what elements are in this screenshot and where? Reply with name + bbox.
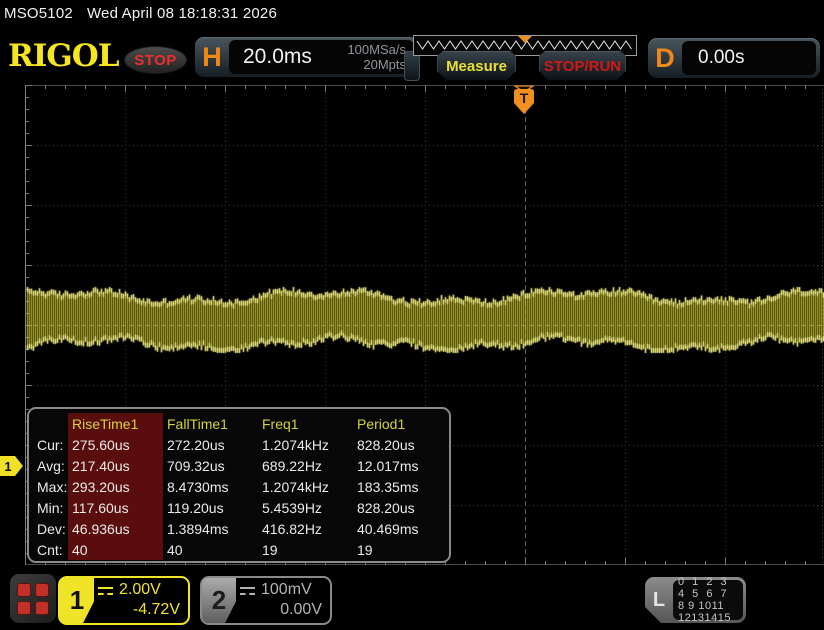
svg-text:1: 1 bbox=[4, 459, 11, 474]
measure-column-header: RiseTime1 bbox=[68, 413, 163, 434]
horizontal-settings-block[interactable]: H 20.0ms 100MSa/s 20Mpts bbox=[195, 37, 418, 77]
horizontal-label: H bbox=[195, 42, 229, 73]
measure-value-cell: 217.40us bbox=[68, 455, 163, 476]
measure-value-cell: 19 bbox=[353, 539, 449, 560]
measure-button[interactable]: Measure bbox=[437, 51, 516, 80]
measure-row-label: Cur: bbox=[33, 434, 68, 455]
memory-depth: 20Mpts bbox=[347, 57, 406, 72]
measure-column-header: Period1 bbox=[353, 413, 449, 434]
logic-analyzer-label: L bbox=[645, 577, 673, 623]
channel1-scale: 2.00V bbox=[119, 581, 161, 599]
delay-inner: 0.00s bbox=[682, 41, 816, 75]
channel2-dc-coupling-icon bbox=[240, 587, 255, 595]
measure-value-cell: 19 bbox=[258, 539, 353, 560]
measure-button-label: Measure bbox=[446, 58, 507, 75]
digital-channels-row2: 8 9 1011 12131415 bbox=[678, 600, 738, 624]
channel1-offset: -4.72V bbox=[98, 601, 180, 619]
measure-row-label: Min: bbox=[33, 497, 68, 518]
stop-run-button-label: STOP/RUN bbox=[544, 58, 621, 75]
measure-value-cell: 275.60us bbox=[68, 434, 163, 455]
channel1-level-marker[interactable]: 1 bbox=[0, 456, 23, 476]
measure-value-cell: 828.20us bbox=[353, 497, 449, 518]
digital-channels-list: 0 1 2 3 4 5 6 7 8 9 1011 12131415 bbox=[673, 580, 743, 620]
measure-value-cell: 272.20us bbox=[163, 434, 258, 455]
titlebar: MSO5102 Wed April 08 18:18:31 2026 bbox=[4, 5, 277, 22]
measure-value-cell: 12.017ms bbox=[353, 455, 449, 476]
channel2-number: 2 bbox=[202, 578, 236, 623]
measurement-table: RiseTime1FallTime1Freq1Period1 Cur:275.60… bbox=[27, 407, 451, 563]
measure-column-header: FallTime1 bbox=[163, 413, 258, 434]
measure-column-header: Freq1 bbox=[258, 413, 353, 434]
menu-grid-icon[interactable] bbox=[10, 574, 56, 623]
measure-value-cell: 1.3894ms bbox=[163, 518, 258, 539]
datetime: Wed April 08 18:18:31 2026 bbox=[87, 5, 277, 22]
measurement-grid: RiseTime1FallTime1Freq1Period1 Cur:275.60… bbox=[29, 409, 449, 560]
menu-grid-squares bbox=[17, 583, 49, 615]
measure-value-cell: 40 bbox=[68, 539, 163, 560]
model-name: MSO5102 bbox=[4, 5, 73, 22]
measure-value-cell: 46.936us bbox=[68, 518, 163, 539]
run-state-label: STOP bbox=[134, 52, 177, 69]
measure-value-cell: 40 bbox=[163, 539, 258, 560]
rigol-logo: RIGOL bbox=[8, 38, 119, 74]
measure-value-cell: 1.2074kHz bbox=[258, 476, 353, 497]
channel1-block[interactable]: 1 2.00V -4.72V bbox=[58, 576, 190, 625]
channel2-values: 100mV 0.00V bbox=[236, 578, 330, 623]
measure-value-cell: 1.2074kHz bbox=[258, 434, 353, 455]
graticule-area: T 1 RiseTime1FallTime1Freq1Period1Cur:27… bbox=[0, 85, 824, 565]
run-state-badge: STOP bbox=[124, 46, 187, 74]
channel1-number: 1 bbox=[60, 578, 94, 623]
delay-value: 0.00s bbox=[682, 47, 744, 69]
measure-value-cell: 40.469ms bbox=[353, 518, 449, 539]
oscilloscope-screen: MSO5102 Wed April 08 18:18:31 2026 RIGOL… bbox=[0, 0, 824, 630]
measure-row-label: Dev: bbox=[33, 518, 68, 539]
channel1-dc-coupling-icon bbox=[98, 587, 113, 595]
horizontal-inner: 20.0ms 100MSa/s 20Mpts bbox=[229, 40, 414, 74]
channel2-offset: 0.00V bbox=[240, 601, 322, 619]
measure-value-cell: 117.60us bbox=[68, 497, 163, 518]
trigger-level-icon[interactable]: T bbox=[514, 89, 534, 115]
svg-text:T: T bbox=[520, 90, 529, 106]
digital-channels-row1: 0 1 2 3 4 5 6 7 bbox=[678, 576, 738, 600]
measure-value-cell: 416.82Hz bbox=[258, 518, 353, 539]
measure-value-cell: 709.32us bbox=[163, 455, 258, 476]
measure-value-cell: 5.4539Hz bbox=[258, 497, 353, 518]
measure-value-cell: 119.20us bbox=[163, 497, 258, 518]
measure-value-cell: 689.22Hz bbox=[258, 455, 353, 476]
channel1-values: 2.00V -4.72V bbox=[94, 578, 188, 623]
delay-label: D bbox=[648, 43, 682, 74]
measure-value-cell: 293.20us bbox=[68, 476, 163, 497]
measure-value-cell: 183.35ms bbox=[353, 476, 449, 497]
measure-value-cell: 828.20us bbox=[353, 434, 449, 455]
channel2-block[interactable]: 2 100mV 0.00V bbox=[200, 576, 332, 625]
timebase-value: 20.0ms bbox=[229, 45, 347, 69]
bottom-bar: 1 2.00V -4.72V 2 100mV 0.00V L bbox=[0, 565, 824, 630]
measure-row-label: Cnt: bbox=[33, 539, 68, 560]
logic-analyzer-block[interactable]: L 0 1 2 3 4 5 6 7 8 9 1011 12131415 bbox=[645, 577, 746, 623]
stop-run-button[interactable]: STOP/RUN bbox=[539, 51, 626, 80]
measure-corner-cell bbox=[33, 413, 68, 434]
channel2-scale: 100mV bbox=[261, 581, 312, 599]
measure-value-cell: 8.4730ms bbox=[163, 476, 258, 497]
delay-settings-block[interactable]: D 0.00s bbox=[648, 38, 820, 78]
measure-row-label: Avg: bbox=[33, 455, 68, 476]
sample-rate: 100MSa/s bbox=[347, 42, 406, 57]
measure-row-label: Max: bbox=[33, 476, 68, 497]
